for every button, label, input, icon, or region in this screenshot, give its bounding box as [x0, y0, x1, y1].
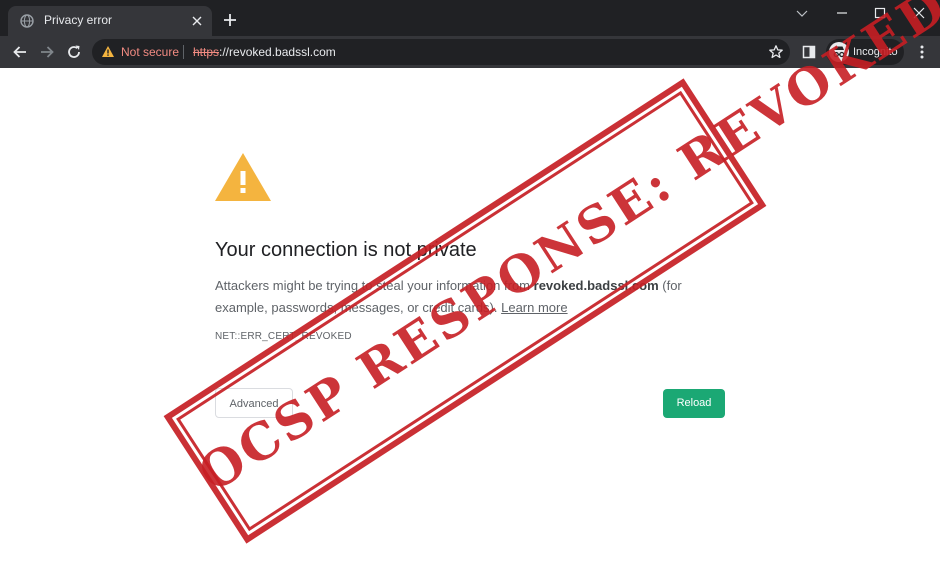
warning-triangle-icon — [215, 153, 271, 201]
url-scheme: https — [193, 45, 220, 59]
new-tab-icon[interactable] — [222, 12, 238, 28]
warning-triangle-icon[interactable] — [101, 45, 115, 58]
maximize-icon[interactable] — [869, 4, 891, 22]
advanced-button[interactable]: Advanced — [215, 388, 293, 418]
page-title: Your connection is not private — [215, 239, 477, 261]
forward-arrow-icon[interactable] — [38, 43, 56, 61]
reload-button[interactable]: Reload — [663, 389, 725, 418]
close-tab-icon[interactable] — [190, 14, 204, 28]
minimize-icon[interactable] — [831, 4, 853, 22]
learn-more-link[interactable]: Learn more — [501, 300, 567, 315]
error-description: Attackers might be trying to steal your … — [215, 275, 715, 319]
bookmark-star-icon[interactable] — [768, 44, 784, 60]
tab-title: Privacy error — [44, 13, 113, 27]
browser-toolbar: Not secure https://revoked.badssl.com In… — [0, 36, 940, 68]
address-separator — [183, 45, 184, 59]
tab-strip: Privacy error — [0, 0, 940, 36]
domain-name: revoked.badssl.com — [533, 278, 659, 293]
not-secure-label[interactable]: Not secure — [121, 45, 179, 59]
close-window-icon[interactable] — [908, 4, 930, 22]
more-menu-icon[interactable] — [914, 44, 930, 60]
url-host: ://revoked.badssl.com — [219, 45, 336, 59]
address-bar[interactable]: Not secure https://revoked.badssl.com — [92, 39, 790, 65]
error-code: NET::ERR_CERT_REVOKED — [215, 331, 352, 342]
side-panel-icon[interactable] — [802, 45, 816, 59]
incognito-indicator[interactable]: Incognito — [826, 39, 904, 65]
globe-icon — [20, 14, 34, 28]
incognito-label: Incognito — [853, 46, 898, 58]
chevron-down-icon[interactable] — [791, 4, 813, 22]
error-page: Your connection is not private Attackers… — [0, 68, 940, 586]
incognito-icon — [829, 42, 849, 62]
reload-icon[interactable] — [65, 43, 83, 61]
url-text[interactable]: https://revoked.badssl.com — [193, 45, 336, 59]
tab-privacy-error[interactable]: Privacy error — [8, 6, 212, 36]
description-text: Attackers might be trying to steal your … — [215, 278, 534, 293]
back-arrow-icon[interactable] — [11, 43, 29, 61]
